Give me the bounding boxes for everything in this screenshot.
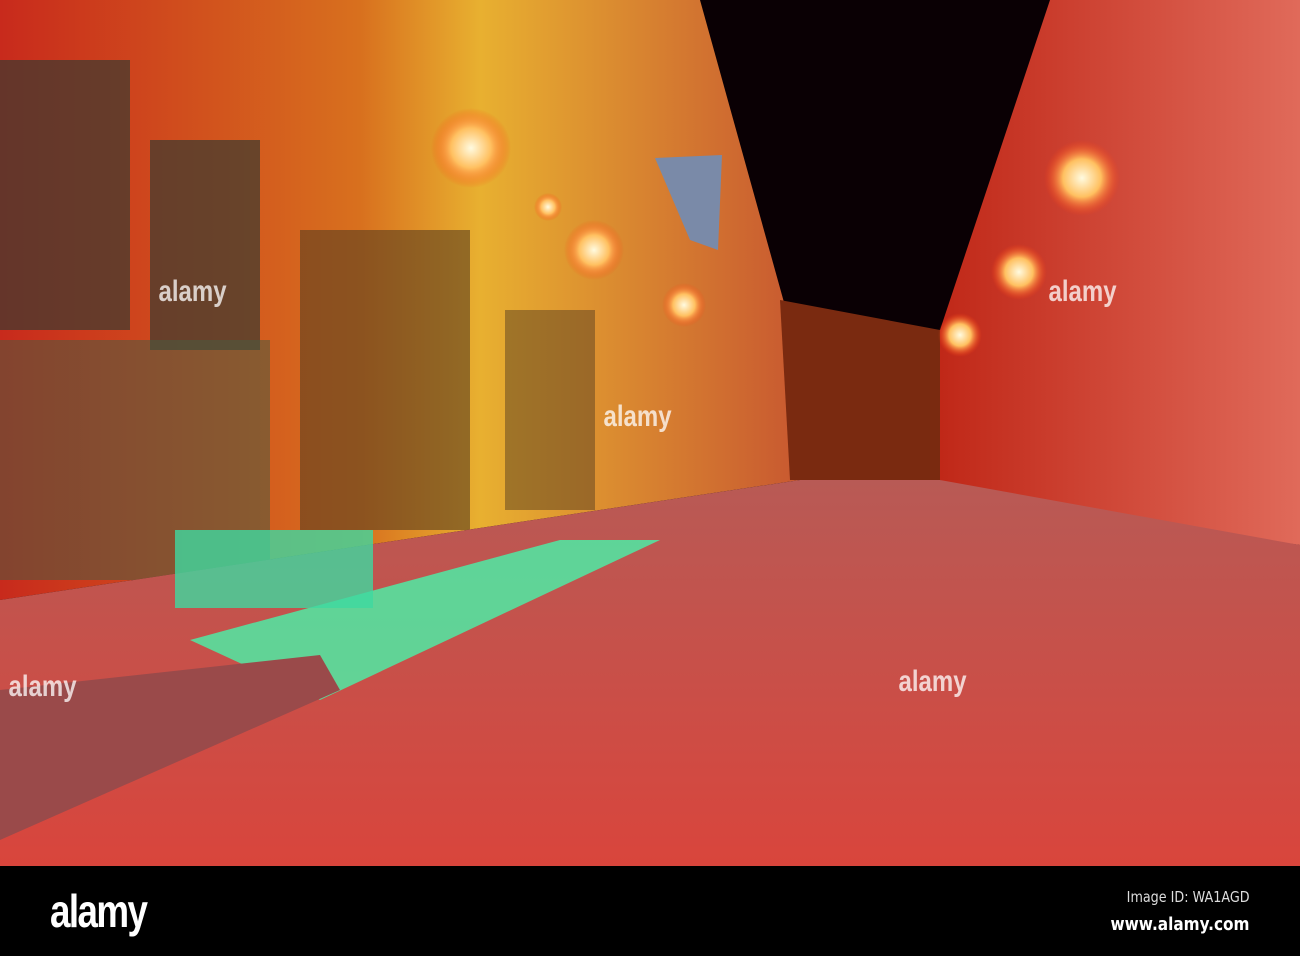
lattice-door <box>300 230 470 530</box>
watermark: alamy <box>603 400 672 433</box>
watermark: alamy <box>8 670 77 703</box>
left-window <box>0 60 130 330</box>
footer-bar: alamy Image ID: WA1AGD www.alamy.com <box>0 866 1300 956</box>
watermark: alamy <box>898 665 967 698</box>
watermark: alamy <box>1048 275 1117 308</box>
image-id: Image ID: WA1AGD <box>1127 888 1250 906</box>
website-link[interactable]: www.alamy.com <box>1111 914 1250 935</box>
watermark: alamy <box>158 275 227 308</box>
planter <box>175 530 373 608</box>
left-window <box>150 140 260 350</box>
stock-photo: alamy alamy alamy alamy alamy alamy Imag… <box>0 0 1300 956</box>
far-buildings <box>780 300 940 480</box>
alamy-logo: alamy <box>50 885 148 937</box>
lattice-door <box>505 310 595 510</box>
